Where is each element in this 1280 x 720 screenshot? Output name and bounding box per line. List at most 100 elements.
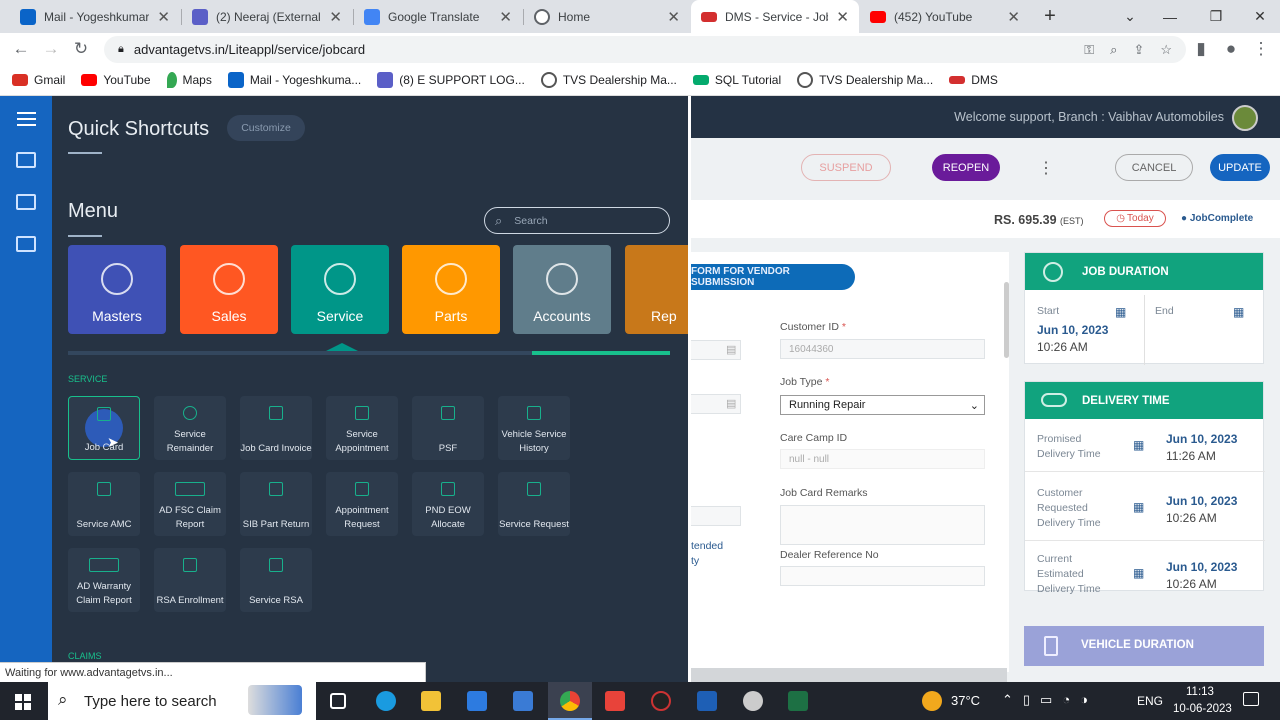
task-view-icon[interactable] [330,693,346,709]
shortcut-service-remainder[interactable]: Service Remainder [154,396,226,460]
back-button[interactable]: ← [6,33,36,65]
vendor-form-button[interactable]: FORM FOR VENDOR SUBMISSION [691,264,855,290]
calendar-check-icon[interactable] [16,236,36,252]
scrollbar[interactable] [1004,282,1009,358]
bookmark-mail[interactable]: Mail - Yogeshkuma... [227,72,361,88]
taskbar-search-input[interactable]: ⌕ Type here to search [48,682,316,720]
bookmark-youtube[interactable]: YouTube [81,73,151,87]
app-icon[interactable] [743,691,763,711]
reopen-button[interactable]: REOPEN [932,154,1000,181]
temperature[interactable]: 37°C [951,693,980,708]
sidepanel-icon[interactable]: ▮ [1186,33,1216,65]
close-icon[interactable]: ✕ [667,8,680,26]
tile-masters[interactable]: Masters [68,245,166,334]
tab-mail[interactable]: Mail - Yogeshkumar C ✕ [10,0,180,33]
key-icon[interactable]: ⚿ [1084,42,1094,58]
close-icon[interactable]: ✕ [1007,8,1020,26]
bookmark-gmail[interactable]: Gmail [12,73,65,87]
clock-date[interactable]: 10-06-2023 [1173,703,1232,715]
list-doc-icon[interactable] [16,194,36,210]
menu-search-input[interactable]: ⌕ Search [484,207,670,234]
menu-dots-icon[interactable]: ⋮ [1246,33,1276,65]
shortcut-service-appointment[interactable]: Service Appointment [326,396,398,460]
cancel-button[interactable]: CANCEL [1115,154,1193,181]
shortcut-vehicle-service-history[interactable]: Vehicle Service History [498,396,570,460]
bookmark-star-icon[interactable]: ☆ [1160,42,1172,58]
mail-icon[interactable] [467,691,487,711]
reload-button[interactable]: ↻ [66,33,96,65]
chrome-taskbar-button[interactable] [548,682,592,720]
tab-translate[interactable]: Google Translate ✕ [354,0,522,33]
profile-icon[interactable]: ● [1216,33,1246,65]
bookmark-sql[interactable]: SQL Tutorial [692,73,781,87]
close-icon[interactable]: ✕ [157,8,170,26]
forward-button[interactable]: → [36,33,66,65]
tab-search-chevron-icon[interactable]: ⌄ [1110,0,1150,33]
tile-sales[interactable]: Sales [180,245,278,334]
remarks-field[interactable] [780,505,985,545]
windows-start-icon[interactable] [15,694,31,710]
shortcut-sib-part-return[interactable]: SIB Part Return [240,472,312,536]
list-doc-icon[interactable] [16,152,36,168]
tray-icons[interactable]: ⌃▯▭◔◑ [1002,692,1098,708]
url-bar[interactable]: 🔒︎ advantagetvs.in/Liteappl/service/jobc… [104,36,1186,63]
close-icon[interactable]: ✕ [499,8,512,26]
care-camp-field[interactable]: null - null [780,449,985,469]
avatar[interactable] [1232,105,1258,131]
clock-time[interactable]: 11:13 [1186,686,1214,698]
calendar-icon[interactable]: ▦ [1133,566,1144,580]
store-icon[interactable] [513,691,533,711]
shortcut-psf[interactable]: PSF [412,396,484,460]
language-indicator[interactable]: ENG [1137,694,1163,708]
new-tab-button[interactable]: + [1030,0,1070,33]
update-button[interactable]: UPDATE [1210,154,1270,181]
bookmark-maps[interactable]: Maps [166,72,212,88]
tile-accounts[interactable]: Accounts [513,245,611,334]
tab-youtube[interactable]: (452) YouTube ✕ [860,0,1030,33]
shortcut-rsa-enrollment[interactable]: RSA Enrollment [154,548,226,612]
shortcut-service-request[interactable]: Service Request [498,472,570,536]
shortcut-ad-fsc-claim[interactable]: AD FSC Claim Report [154,472,226,536]
dealer-ref-field[interactable] [780,566,985,586]
customize-button[interactable]: Customize [227,115,305,141]
job-type-select[interactable]: Running Repair ⌄ [780,395,985,415]
security-shield-icon[interactable] [697,691,717,711]
bookmark-tvs-1[interactable]: TVS Dealership Ma... [540,72,677,88]
shortcut-service-rsa[interactable]: Service RSA [240,548,312,612]
suspend-button[interactable]: SUSPEND [801,154,891,181]
close-window-button[interactable]: ✕ [1240,0,1280,33]
close-icon[interactable]: ✕ [329,8,342,26]
zoom-icon[interactable]: ⌕ [1110,42,1117,58]
anydesk-icon[interactable] [605,691,625,711]
tile-scroll-thumb[interactable] [532,351,670,355]
minimize-button[interactable]: — [1150,0,1190,33]
calendar-icon[interactable]: ▦ [1115,305,1126,319]
shortcut-service-amc[interactable]: Service AMC [68,472,140,536]
notification-icon[interactable] [1243,692,1259,706]
app-icon[interactable] [651,691,671,711]
shortcut-job-card-invoice[interactable]: Job Card Invoice [240,396,312,460]
close-icon[interactable]: ✕ [836,8,849,26]
edge-icon[interactable] [376,691,396,711]
tile-parts[interactable]: Parts [402,245,500,334]
hamburger-menu-icon[interactable] [17,112,36,126]
calendar-icon[interactable]: ▦ [1133,438,1144,452]
tab-dms[interactable]: DMS - Service - Job C ✕ [691,0,859,33]
bookmark-tvs-2[interactable]: TVS Dealership Ma... [797,72,933,88]
calendar-icon[interactable]: ▦ [1133,500,1144,514]
tab-teams[interactable]: (2) Neeraj (External-D ✕ [182,0,352,33]
bookmark-esupport[interactable]: (8) E SUPPORT LOG... [377,72,525,88]
tile-service[interactable]: Service [291,245,389,334]
shortcut-appointment-request[interactable]: Appointment Request [326,472,398,536]
shortcut-job-card[interactable]: Job Card ➤ [68,396,140,460]
file-explorer-icon[interactable] [421,691,441,711]
restore-button[interactable]: ❐ [1196,0,1236,33]
excel-icon[interactable] [788,691,808,711]
calendar-icon[interactable]: ▦ [1233,305,1244,319]
horizontal-scrollbar[interactable] [691,668,1007,682]
tile-reports[interactable]: Rep [625,245,688,334]
customer-id-field[interactable]: 16044360 [780,339,985,359]
shortcut-pnd-eow[interactable]: PND EOW Allocate [412,472,484,536]
share-icon[interactable]: ⇪ [1133,42,1144,58]
shortcut-ad-warranty-claim[interactable]: AD Warranty Claim Report [68,548,140,612]
